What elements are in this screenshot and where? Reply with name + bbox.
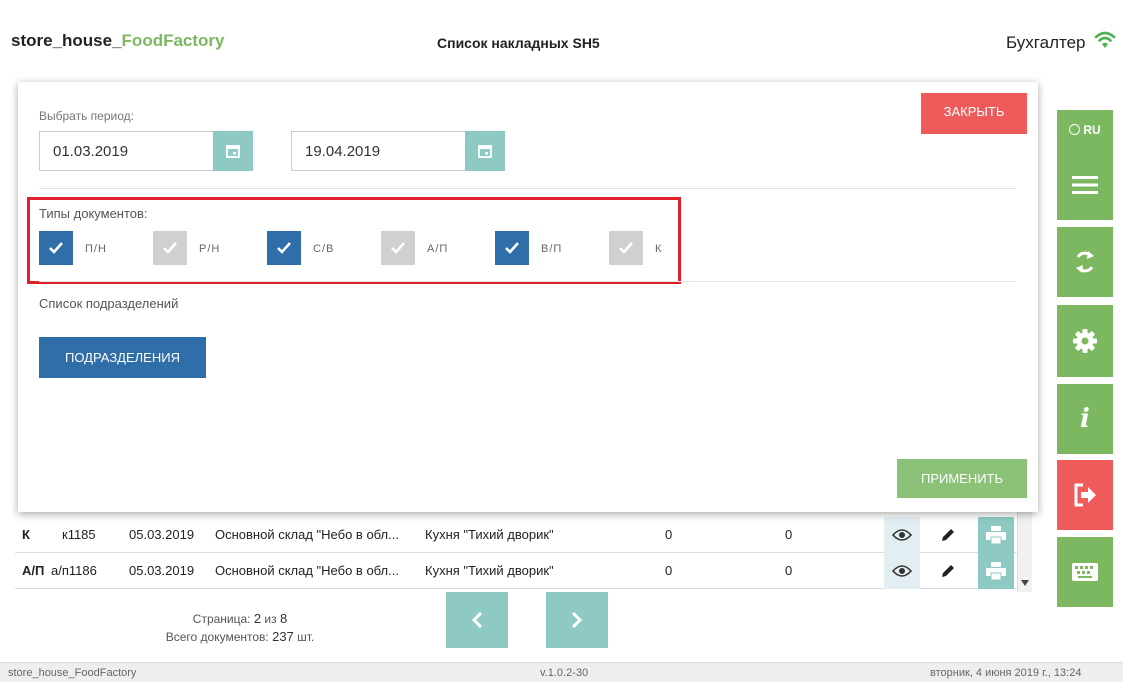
apply-button[interactable]: ПРИМЕНИТЬ — [897, 459, 1027, 498]
checkbox-label: В/П — [541, 243, 563, 255]
wifi-icon — [1094, 31, 1116, 48]
menu-icon — [1072, 176, 1098, 194]
prev-page-button[interactable] — [446, 592, 508, 648]
calendar-icon — [478, 145, 492, 158]
info-button[interactable]: i — [1057, 384, 1113, 454]
app-header: store_house_FoodFactory Список накладных… — [0, 0, 1123, 82]
view-button[interactable] — [884, 517, 920, 553]
documents-total: Всего документов: 237 шт. — [165, 629, 315, 644]
checkbox-type-rn[interactable] — [153, 231, 187, 265]
logo-prefix: store_house_ — [11, 31, 122, 50]
checkbox-label: Р/Н — [199, 243, 221, 255]
date-from-input[interactable]: 01.03.2019 — [39, 131, 215, 171]
doc-date: 05.03.2019 — [129, 563, 195, 578]
globe-icon — [1069, 124, 1081, 135]
doc-type: К — [22, 527, 30, 542]
eye-icon — [892, 529, 912, 541]
doc-from: Основной склад "Небо в обл... — [215, 563, 399, 578]
calendar-icon — [226, 145, 240, 158]
divider — [39, 188, 1016, 189]
checkbox-label: А/П — [427, 243, 449, 255]
view-button[interactable] — [884, 553, 920, 589]
edit-icon[interactable] — [940, 527, 956, 543]
subdivisions-button[interactable]: ПОДРАЗДЕЛЕНИЯ — [39, 337, 206, 378]
doc-from: Основной склад "Небо в обл... — [215, 527, 399, 542]
footer-datetime: вторник, 4 июня 2019 г., 13:24 — [930, 667, 1082, 679]
keyboard-icon — [1072, 563, 1098, 581]
language-label: RU — [1069, 123, 1101, 137]
check-icon — [49, 242, 63, 254]
user-role: Бухгалтер — [1006, 33, 1086, 52]
print-button[interactable] — [978, 517, 1014, 553]
doc-number: а/п1186 — [51, 563, 97, 578]
doc-value-1: 0 — [665, 563, 673, 578]
filter-panel: Выбрать период: 01.03.2019 19.04.2019 ЗА… — [18, 82, 1038, 512]
logout-button[interactable] — [1057, 460, 1113, 530]
doc-types-label: Типы документов: — [39, 206, 148, 221]
checkbox-label: С/В — [313, 243, 335, 255]
info-icon: i — [1080, 404, 1090, 434]
page-counter: Страница: 2 из 8 — [192, 611, 288, 626]
footer-version: v.1.0.2-30 — [540, 667, 589, 679]
next-page-button[interactable] — [546, 592, 608, 648]
logo-suffix: FoodFactory — [121, 31, 225, 50]
doc-number: к1185 — [62, 527, 96, 542]
checkbox-label: П/Н — [85, 243, 107, 255]
pager-info: Страница: 2 из 8 Всего документов: 237 ш… — [130, 610, 350, 646]
doc-to: Кухня "Тихий дворик" — [425, 563, 554, 578]
table-row[interactable]: К к1185 05.03.2019 Основной склад "Небо … — [15, 517, 1032, 553]
doc-to: Кухня "Тихий дворик" — [425, 527, 554, 542]
close-button[interactable]: ЗАКРЫТЬ — [921, 93, 1027, 134]
date-to-calendar-button[interactable] — [465, 131, 505, 171]
print-icon — [986, 562, 1006, 580]
checkbox-type-vp[interactable] — [495, 231, 529, 265]
page-title: Список накладных SH5 — [437, 35, 600, 51]
settings-button[interactable] — [1057, 305, 1113, 377]
period-label: Выбрать период: — [39, 109, 134, 123]
keyboard-button[interactable] — [1057, 537, 1113, 607]
eye-icon — [892, 565, 912, 577]
date-from-calendar-button[interactable] — [213, 131, 253, 171]
check-icon — [391, 242, 405, 254]
check-icon — [163, 242, 177, 254]
chevron-right-icon — [571, 611, 583, 629]
subdivisions-label: Список подразделений — [39, 296, 179, 311]
footer-app-name: store_house_FoodFactory — [8, 667, 137, 679]
table-scrollbar[interactable] — [1017, 512, 1032, 592]
checkbox-label: К — [655, 243, 663, 255]
doc-value-1: 0 — [665, 527, 673, 542]
logout-icon — [1074, 483, 1096, 507]
sync-button[interactable] — [1057, 227, 1113, 297]
menu-button[interactable] — [1057, 150, 1113, 220]
checkbox-type-sv[interactable] — [267, 231, 301, 265]
print-button[interactable] — [978, 553, 1014, 589]
edit-icon[interactable] — [940, 563, 956, 579]
scroll-down-icon[interactable] — [1021, 580, 1029, 586]
checkbox-type-pn[interactable] — [39, 231, 73, 265]
doc-value-2: 0 — [785, 527, 793, 542]
print-icon — [986, 526, 1006, 544]
checkbox-type-k[interactable] — [609, 231, 643, 265]
language-button[interactable]: RU — [1057, 110, 1113, 150]
check-icon — [505, 242, 519, 254]
gear-icon — [1073, 329, 1097, 353]
app-logo: store_house_FoodFactory — [11, 31, 225, 51]
divider — [39, 281, 1016, 282]
doc-value-2: 0 — [785, 563, 793, 578]
table-row[interactable]: А/П а/п1186 05.03.2019 Основной склад "Н… — [15, 553, 1032, 589]
doc-date: 05.03.2019 — [129, 527, 195, 542]
check-icon — [277, 242, 291, 254]
sync-icon — [1076, 251, 1094, 273]
doc-type: А/П — [22, 563, 45, 578]
checkbox-type-ap[interactable] — [381, 231, 415, 265]
chevron-left-icon — [471, 611, 483, 629]
date-to-input[interactable]: 19.04.2019 — [291, 131, 467, 171]
status-bar: store_house_FoodFactory v.1.0.2-30 вторн… — [0, 662, 1123, 682]
check-icon — [619, 242, 633, 254]
